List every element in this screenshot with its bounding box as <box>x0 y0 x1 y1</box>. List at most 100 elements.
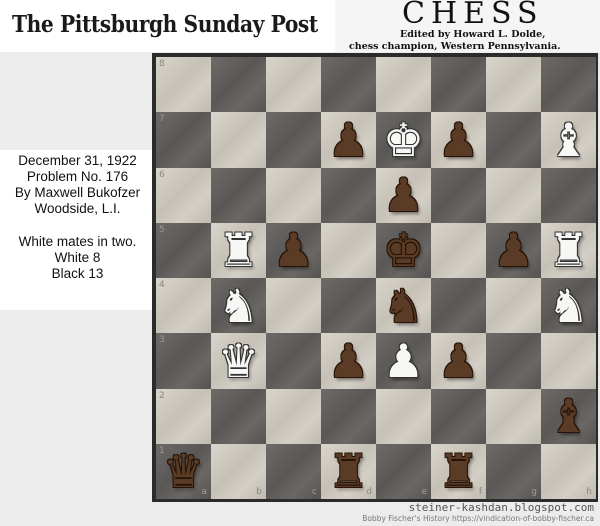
square-h6[interactable] <box>541 167 596 223</box>
rank-label: 4 <box>159 280 165 290</box>
square-e2[interactable] <box>376 388 431 444</box>
square-a2[interactable]: 2 <box>156 388 211 444</box>
square-e5[interactable]: ♚ <box>376 222 431 278</box>
square-c7[interactable] <box>266 112 321 168</box>
square-b7[interactable] <box>211 112 266 168</box>
square-b1[interactable]: b <box>211 443 266 499</box>
square-b2[interactable] <box>211 388 266 444</box>
square-b3[interactable]: ♛ <box>211 333 266 389</box>
square-a4[interactable]: 4 <box>156 278 211 334</box>
rank-label: 6 <box>159 169 165 180</box>
square-d7[interactable]: ♟ <box>321 112 376 168</box>
white-king-icon[interactable]: ♚ <box>376 112 431 167</box>
square-g2[interactable] <box>486 388 541 444</box>
square-e6[interactable]: ♟ <box>376 167 431 223</box>
square-d8[interactable] <box>321 57 376 113</box>
black-pawn-icon[interactable]: ♟ <box>431 333 486 388</box>
square-a5[interactable]: 5 <box>156 222 211 278</box>
square-h8[interactable] <box>541 57 596 113</box>
editor-title: chess champion, Western Pennsylvania. <box>349 41 561 52</box>
white-queen-icon[interactable]: ♛ <box>211 333 266 388</box>
square-h5[interactable]: ♜ <box>541 222 596 278</box>
black-pawn-icon[interactable]: ♟ <box>486 223 541 278</box>
square-b8[interactable] <box>211 57 266 113</box>
file-label: g <box>531 487 537 497</box>
black-pawn-icon[interactable]: ♟ <box>321 112 376 167</box>
square-h7[interactable]: ♝ <box>541 112 596 168</box>
black-pawn-icon[interactable]: ♟ <box>431 112 486 167</box>
black-pawn-icon[interactable]: ♟ <box>266 223 321 278</box>
white-knight-icon[interactable]: ♞ <box>541 278 596 333</box>
black-pawn-icon[interactable]: ♟ <box>321 333 376 388</box>
square-c3[interactable] <box>266 333 321 389</box>
newspaper-header: The Pittsburgh Sunday Post <box>0 0 335 52</box>
square-g5[interactable]: ♟ <box>486 222 541 278</box>
square-f8[interactable] <box>431 57 486 113</box>
black-bishop-icon[interactable]: ♝ <box>541 389 596 444</box>
square-d1[interactable]: d ♜ <box>321 443 376 499</box>
square-e7[interactable]: ♚ <box>376 112 431 168</box>
rank-label: 7 <box>159 114 165 125</box>
problem-author: By Maxwell Bukofzer <box>14 185 141 200</box>
square-e4[interactable]: ♞ <box>376 278 431 334</box>
problem-location: Woodside, L.I. <box>34 201 121 216</box>
black-rook-icon[interactable]: ♜ <box>321 444 376 499</box>
square-f3[interactable]: ♟ <box>431 333 486 389</box>
white-pawn-icon[interactable]: ♟ <box>376 333 431 388</box>
square-g6[interactable] <box>486 167 541 223</box>
black-pawn-icon[interactable]: ♟ <box>376 168 431 223</box>
square-g1[interactable]: g <box>486 443 541 499</box>
white-rook-icon[interactable]: ♜ <box>541 223 596 278</box>
square-c2[interactable] <box>266 388 321 444</box>
square-b5[interactable]: ♜ <box>211 222 266 278</box>
square-b6[interactable] <box>211 167 266 223</box>
square-d2[interactable] <box>321 388 376 444</box>
square-d3[interactable]: ♟ <box>321 333 376 389</box>
chess-board: 8 7 ♟ ♚ ♟ ♝ 6 ♟ 5 ♜ ♟ ♚ ♟ ♜ 4 ♞ ♞ ♞ 3 ♛ ♟ ♟ ♟ 2 ♝ 1 a ♛ b c d ♜ e f ♜ g h <box>156 57 596 499</box>
black-queen-icon[interactable]: ♛ <box>156 444 211 499</box>
square-g4[interactable] <box>486 278 541 334</box>
square-c4[interactable] <box>266 278 321 334</box>
square-f2[interactable] <box>431 388 486 444</box>
white-rook-icon[interactable]: ♜ <box>211 223 266 278</box>
square-h2[interactable]: ♝ <box>541 388 596 444</box>
square-a3[interactable]: 3 <box>156 333 211 389</box>
square-f5[interactable] <box>431 222 486 278</box>
black-king-icon[interactable]: ♚ <box>376 223 431 278</box>
square-h4[interactable]: ♞ <box>541 278 596 334</box>
blog-url: steiner-kashdan.blogspot.com <box>408 501 594 514</box>
square-a7[interactable]: 7 <box>156 112 211 168</box>
white-bishop-icon[interactable]: ♝ <box>541 112 596 167</box>
square-b4[interactable]: ♞ <box>211 278 266 334</box>
square-c8[interactable] <box>266 57 321 113</box>
square-g7[interactable] <box>486 112 541 168</box>
square-a1[interactable]: 1 a ♛ <box>156 443 211 499</box>
square-e3[interactable]: ♟ <box>376 333 431 389</box>
square-c1[interactable]: c <box>266 443 321 499</box>
square-d4[interactable] <box>321 278 376 334</box>
square-d6[interactable] <box>321 167 376 223</box>
square-e1[interactable]: e <box>376 443 431 499</box>
problem-stipulation: White mates in two. <box>18 234 137 249</box>
square-f4[interactable] <box>431 278 486 334</box>
black-knight-icon[interactable]: ♞ <box>376 278 431 333</box>
square-a6[interactable]: 6 <box>156 167 211 223</box>
square-c5[interactable]: ♟ <box>266 222 321 278</box>
square-f7[interactable]: ♟ <box>431 112 486 168</box>
square-a8[interactable]: 8 <box>156 57 211 113</box>
white-knight-icon[interactable]: ♞ <box>211 278 266 333</box>
square-d5[interactable] <box>321 222 376 278</box>
file-label: e <box>421 487 427 497</box>
square-f6[interactable] <box>431 167 486 223</box>
rank-label: 2 <box>159 390 165 401</box>
problem-date: December 31, 1922 <box>18 153 137 168</box>
square-c6[interactable] <box>266 167 321 223</box>
square-g3[interactable] <box>486 333 541 389</box>
black-rook-icon[interactable]: ♜ <box>431 444 486 499</box>
square-h3[interactable] <box>541 333 596 389</box>
square-g8[interactable] <box>486 57 541 113</box>
square-h1[interactable]: h <box>541 443 596 499</box>
editor-credit: Edited by Howard L. Dolde, <box>400 29 546 40</box>
square-e8[interactable] <box>376 57 431 113</box>
square-f1[interactable]: f ♜ <box>431 443 486 499</box>
